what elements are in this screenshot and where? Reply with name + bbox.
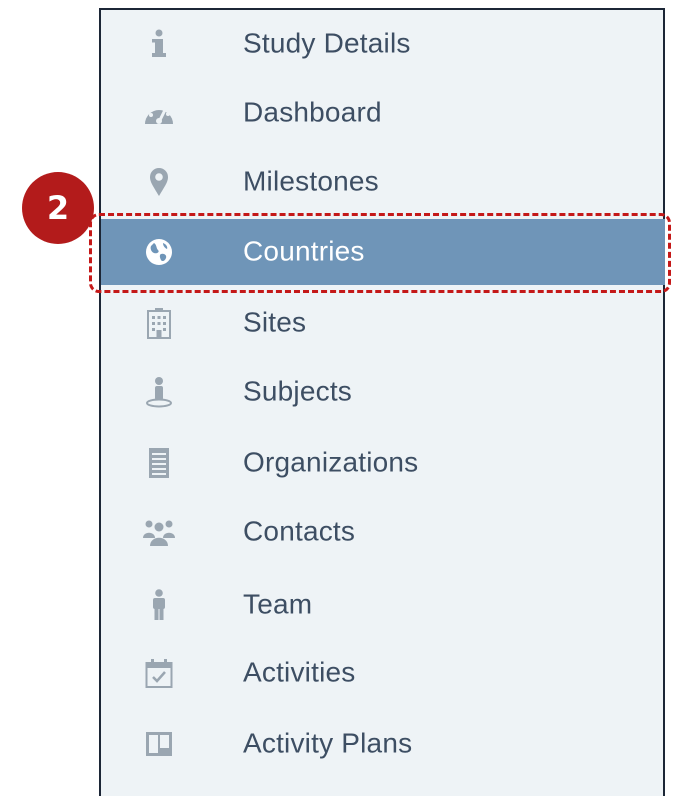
nav-item-milestones[interactable]: Milestones (101, 154, 665, 210)
nav-item-activity-plans[interactable]: Activity Plans (101, 716, 665, 772)
nav-item-label: Organizations (243, 446, 419, 478)
nav-item-label: Dashboard (243, 96, 382, 128)
globe-icon (142, 235, 176, 269)
info-icon (142, 27, 176, 61)
building-icon (142, 306, 176, 340)
document-list-icon (142, 446, 176, 480)
nav-item-countries[interactable]: Countries (101, 219, 665, 285)
nav-item-label: Sites (243, 306, 307, 338)
step-number-badge: 2 (22, 172, 94, 244)
nav-item-activities[interactable]: Activities (101, 645, 665, 701)
screenshot-stage: Study Details Dashboard Milestones Count… (0, 0, 690, 796)
dashboard-gauge-icon (142, 96, 176, 130)
nav-item-label: Milestones (243, 165, 379, 197)
calendar-check-icon (142, 656, 176, 690)
group-people-icon (142, 515, 176, 549)
nav-item-label: Activity Plans (243, 727, 413, 759)
book-icon (142, 727, 176, 761)
map-pin-icon (142, 165, 176, 199)
nav-item-label: Countries (243, 235, 365, 267)
nav-item-subjects[interactable]: Subjects (101, 364, 665, 420)
nav-item-study-details[interactable]: Study Details (101, 16, 665, 72)
person-icon (142, 588, 176, 622)
person-on-pedestal-icon (142, 375, 176, 409)
nav-item-sites[interactable]: Sites (101, 295, 665, 351)
nav-item-label: Activities (243, 656, 356, 688)
step-number: 2 (46, 189, 70, 227)
nav-item-contacts[interactable]: Contacts (101, 504, 665, 560)
nav-item-organizations[interactable]: Organizations (101, 435, 665, 491)
nav-item-dashboard[interactable]: Dashboard (101, 85, 665, 141)
nav-item-label: Subjects (243, 375, 352, 407)
nav-item-label: Study Details (243, 27, 411, 59)
nav-item-team[interactable]: Team (101, 577, 665, 633)
nav-item-label: Contacts (243, 515, 356, 547)
nav-item-label: Team (243, 588, 313, 620)
